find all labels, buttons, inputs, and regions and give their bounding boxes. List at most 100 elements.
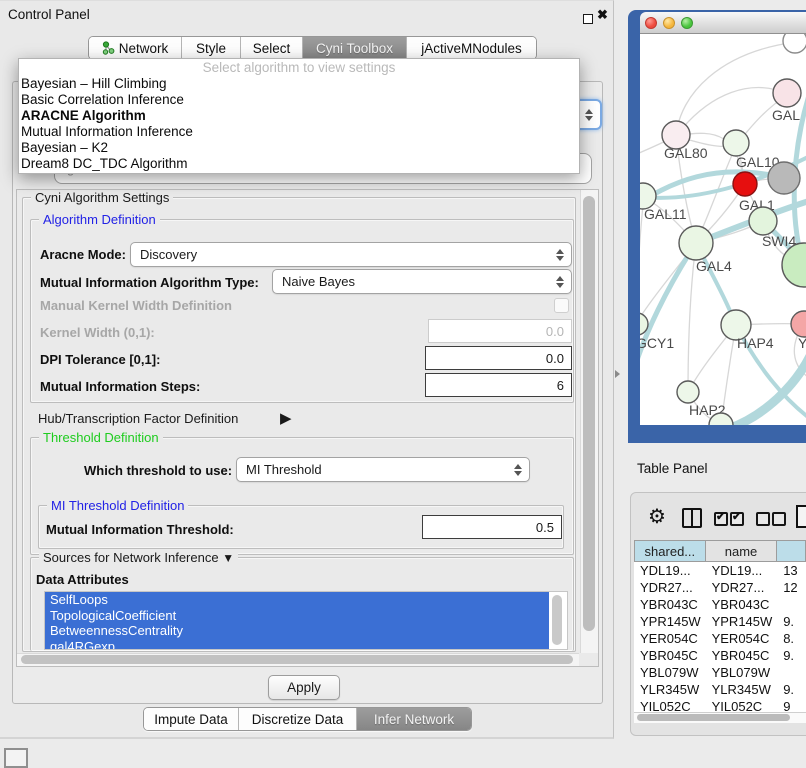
tab-label: jActiveMNodules: [421, 41, 522, 56]
horizontal-scrollbar-thumb[interactable]: [21, 655, 573, 664]
network-node-gal4[interactable]: [679, 226, 713, 260]
network-node[interactable]: [783, 34, 806, 53]
data-attributes-label: Data Attributes: [36, 572, 129, 587]
manual-kernel-checkbox[interactable]: [554, 298, 569, 313]
table-cell: YLR345W: [706, 682, 778, 697]
tab-network[interactable]: Network: [89, 37, 182, 59]
dpi-tolerance-label: DPI Tolerance [0,1]:: [40, 352, 160, 367]
aracne-mode-label: Aracne Mode:: [40, 247, 126, 262]
tab-jactivemnodules[interactable]: jActiveMNodules: [407, 37, 536, 59]
table-row[interactable]: YPR145WYPR145W9.: [634, 613, 806, 630]
algorithm-option[interactable]: Bayesian – K2: [19, 140, 579, 156]
dpi-tolerance-value: 0.0: [546, 351, 564, 366]
split-columns-icon[interactable]: [682, 508, 702, 528]
network-node-swi4[interactable]: [749, 207, 777, 235]
mi-type-label: Mutual Information Algorithm Type:: [40, 275, 259, 290]
algorithm-option[interactable]: Dream8 DC_TDC Algorithm: [19, 156, 579, 172]
network-node-gal[interactable]: [773, 79, 801, 107]
aracne-mode-combobox[interactable]: Discovery: [130, 242, 572, 267]
tab-style[interactable]: Style: [182, 37, 241, 59]
algorithm-option[interactable]: Mutual Information Inference: [19, 124, 579, 140]
table-row[interactable]: YDL19...YDL19...13: [634, 562, 806, 579]
network-node[interactable]: [768, 162, 800, 194]
network-node[interactable]: [782, 243, 806, 287]
attribute-list-item[interactable]: SelfLoops: [45, 592, 549, 608]
table-row[interactable]: YDR27...YDR27...12: [634, 579, 806, 596]
network-node-gal10[interactable]: [723, 130, 749, 156]
algorithm-option[interactable]: ARACNE Algorithm: [19, 108, 579, 124]
control-panel-title: Control Panel: [8, 7, 90, 22]
table-row[interactable]: YER054CYER054C8.: [634, 630, 806, 647]
cyni-algorithm-settings-title: Cyni Algorithm Settings: [31, 190, 173, 205]
which-threshold-value: MI Threshold: [246, 462, 322, 477]
network-canvas[interactable]: GALGAL80GAL10GAL1GAL11SWI4GAL4GCY1HAP4YH…: [640, 34, 806, 425]
unchecked-checkbox-icon[interactable]: [756, 512, 770, 526]
collapse-arrow-icon[interactable]: ▼: [222, 551, 234, 565]
list-scrollbar-thumb[interactable]: [552, 595, 562, 645]
node-table-header: shared...name: [634, 540, 806, 562]
vertical-scrollbar-thumb[interactable]: [583, 196, 595, 631]
dpi-tolerance-field[interactable]: 0.0: [425, 346, 572, 370]
bottom-tab-impute-data[interactable]: Impute Data: [144, 708, 239, 730]
bottom-tab-discretize-data[interactable]: Discretize Data: [239, 708, 357, 730]
node-label: GCY1: [640, 335, 674, 351]
table-row[interactable]: YIL052CYIL052C9: [634, 698, 806, 712]
table-row[interactable]: YBR045CYBR045C9.: [634, 647, 806, 664]
tab-label: Discretize Data: [252, 712, 344, 727]
table-cell: YDL19...: [706, 563, 778, 578]
gear-icon[interactable]: ⚙: [648, 504, 666, 529]
table-cell: 13: [777, 563, 806, 578]
tab-label: Infer Network: [374, 712, 454, 727]
tab-label: Impute Data: [154, 712, 228, 727]
table-scrollbar-thumb[interactable]: [637, 714, 790, 721]
tab-label: Cyni Toolbox: [316, 41, 393, 56]
tab-select[interactable]: Select: [241, 37, 303, 59]
window-close-icon[interactable]: [645, 17, 657, 29]
sources-group-title: Sources for Network Inference ▼: [39, 550, 238, 565]
network-edge[interactable]: [640, 243, 696, 376]
network-node-gal1[interactable]: [733, 172, 757, 196]
mi-steps-field[interactable]: 6: [425, 373, 572, 397]
attribute-list-item[interactable]: BetweennessCentrality: [45, 623, 549, 639]
mi-type-combobox[interactable]: Naive Bayes: [272, 269, 572, 294]
close-icon[interactable]: ✖: [597, 7, 608, 23]
network-edge[interactable]: [728, 352, 806, 425]
table-row[interactable]: YLR345WYLR345W9.: [634, 681, 806, 698]
table-row[interactable]: YBL079WYBL079W: [634, 664, 806, 681]
which-threshold-combobox[interactable]: MI Threshold: [236, 457, 530, 482]
float-window-icon[interactable]: [583, 14, 593, 24]
table-cell: YBL079W: [706, 665, 778, 680]
threshold-definition-title: Threshold Definition: [39, 430, 163, 445]
expand-arrow-icon[interactable]: ▶: [280, 409, 292, 427]
network-edge[interactable]: [688, 243, 696, 392]
apply-button[interactable]: Apply: [268, 675, 340, 700]
node-label: GAL: [772, 107, 800, 123]
attribute-list-item[interactable]: gal4RGexp: [45, 639, 549, 651]
table-row[interactable]: YBR043CYBR043C: [634, 596, 806, 613]
document-icon[interactable]: [796, 505, 806, 528]
window-minimize-icon[interactable]: [663, 17, 675, 29]
network-node-hap2[interactable]: [677, 381, 699, 403]
unchecked-checkbox-icon[interactable]: [772, 512, 786, 526]
checked-checkbox-icon[interactable]: ✔: [730, 512, 744, 526]
kernel-width-field[interactable]: 0.0: [428, 319, 572, 343]
table-column-header[interactable]: name: [706, 540, 778, 562]
table-cell: YIL052C: [706, 699, 778, 712]
mi-threshold-field[interactable]: 0.5: [422, 515, 562, 539]
network-node-y[interactable]: [791, 311, 806, 337]
algorithm-option[interactable]: Bayesian – Hill Climbing: [19, 76, 579, 92]
node-label: GAL4: [696, 258, 732, 274]
table-column-header[interactable]: [777, 540, 806, 562]
tab-cyni-toolbox[interactable]: Cyni Toolbox: [303, 37, 407, 59]
mi-threshold-group-title: MI Threshold Definition: [47, 498, 188, 513]
panel-divider-grip[interactable]: [615, 370, 620, 378]
minimized-panel-icon[interactable]: [4, 748, 28, 768]
window-zoom-icon[interactable]: [681, 17, 693, 29]
algorithm-option[interactable]: Basic Correlation Inference: [19, 92, 579, 108]
checked-checkbox-icon[interactable]: ✔: [714, 512, 728, 526]
bottom-tab-infer-network[interactable]: Infer Network: [357, 708, 471, 730]
table-column-header[interactable]: shared...: [634, 540, 706, 562]
attribute-list-item[interactable]: TopologicalCoefficient: [45, 608, 549, 624]
table-cell: 8.: [777, 631, 806, 646]
data-attributes-list[interactable]: SelfLoopsTopologicalCoefficientBetweenne…: [44, 591, 568, 650]
